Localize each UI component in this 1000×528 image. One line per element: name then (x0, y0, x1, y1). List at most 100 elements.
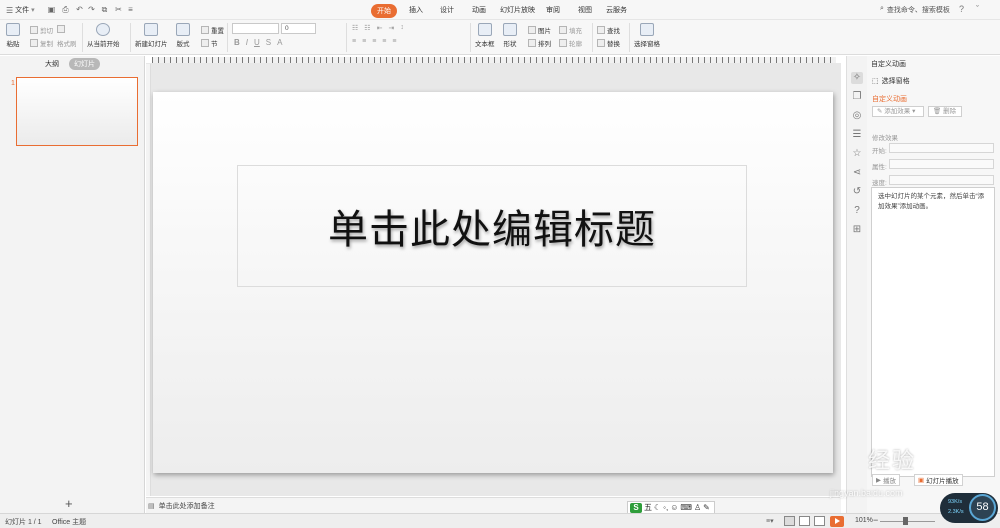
font-name-select[interactable] (232, 23, 279, 34)
copy-format-icon[interactable]: ⧉ (99, 4, 110, 15)
keyboard-icon[interactable]: ⌨ (680, 503, 692, 512)
skin-icon[interactable]: ♙ (694, 503, 701, 512)
network-speed-widget[interactable]: 93K/s 2.3K/s 58 (940, 493, 998, 523)
underline-button[interactable]: U (254, 38, 260, 47)
file-menu[interactable]: ☰ 文件 ▾ (6, 5, 35, 15)
add-effect-button[interactable]: ✎ 添加效果 ▾ (872, 106, 924, 117)
bullets-icon[interactable]: ☷ (352, 24, 358, 32)
tab-slideshow[interactable]: 幻灯片放映 (500, 5, 535, 15)
collapse-ribbon-icon[interactable]: ˇ (976, 4, 979, 14)
undo-icon[interactable]: ↶ (74, 4, 85, 15)
tab-view[interactable]: 视图 (578, 5, 592, 15)
tab-slides[interactable]: 幻灯片 (69, 57, 100, 70)
align-center-icon[interactable]: ≡ (362, 38, 366, 45)
properties-icon[interactable]: ☰ (851, 129, 863, 141)
vertical-ruler (146, 64, 151, 496)
indent-icon[interactable]: ⇥ (388, 24, 394, 32)
mic-icon[interactable]: ☺ (670, 503, 678, 512)
tab-home[interactable]: 开始 (371, 4, 397, 18)
moon-icon[interactable]: ☾ (654, 503, 661, 512)
tab-review[interactable]: 审阅 (546, 5, 560, 15)
select-pane-button[interactable]: 选择窗格 (634, 23, 660, 48)
shape-button[interactable]: 形状 (503, 23, 517, 48)
numbering-icon[interactable]: ☷ (364, 24, 370, 32)
slideshow-play-icon[interactable] (830, 516, 844, 527)
cut-button[interactable]: 剪切 (30, 25, 53, 35)
print-icon[interactable]: ⎙ (60, 4, 71, 15)
share-icon[interactable]: ⋖ (851, 167, 863, 179)
tab-animation[interactable]: 动画 (472, 5, 486, 15)
slideshow-button[interactable]: ▣ 幻灯片播放 (914, 474, 963, 486)
font-size-select[interactable]: 0 (281, 23, 316, 34)
grid-icon[interactable]: ⊞ (851, 224, 863, 236)
theme-name[interactable]: Office 主题 (52, 517, 86, 527)
fill-button[interactable]: 填充 (559, 25, 582, 35)
bold-button[interactable]: B (234, 38, 240, 47)
find-button[interactable]: 查找 (597, 25, 620, 35)
star-icon[interactable]: ☆ (851, 148, 863, 160)
section-button[interactable]: 节 (201, 38, 218, 48)
animation-icon[interactable]: ✧ (851, 72, 863, 84)
wrench-icon[interactable]: ✎ (703, 503, 710, 512)
slide-sorter-icon[interactable] (799, 516, 810, 526)
reset-button[interactable]: 重置 (201, 25, 224, 35)
property-select[interactable] (889, 159, 994, 169)
shapes-icon[interactable]: ◎ (851, 110, 863, 122)
add-slide-icon[interactable]: + (65, 496, 73, 511)
arrange-button[interactable]: 排列 (528, 38, 551, 48)
zoom-level[interactable]: 101% (855, 517, 873, 524)
slideshow-icon: ▣ (918, 477, 925, 484)
select-pane-link-label: 选择窗格 (881, 78, 910, 85)
help-icon[interactable]: ? (959, 4, 964, 14)
normal-view-icon[interactable] (784, 516, 795, 526)
tab-insert[interactable]: 插入 (409, 5, 423, 15)
save-icon[interactable]: ▣ (46, 4, 57, 15)
italic-button[interactable]: I (246, 38, 248, 47)
zoom-out-icon[interactable]: − (873, 515, 878, 525)
punctuation-icon[interactable]: ◦, (663, 503, 668, 512)
copy-button[interactable]: 复制 (30, 38, 53, 48)
ime-mode[interactable]: 五 (644, 502, 652, 513)
line-spacing-icon[interactable]: ↕ (400, 24, 404, 32)
outline-button[interactable]: 轮廓 (559, 38, 582, 48)
redo-icon[interactable]: ↷ (86, 4, 97, 15)
help-circle-icon[interactable]: ? (851, 205, 863, 217)
format-painter-button[interactable] (57, 25, 65, 33)
text-box-button[interactable]: 文本框 (475, 23, 495, 48)
font-color-button[interactable]: A (277, 38, 282, 47)
start-select[interactable] (889, 143, 994, 153)
pane-title[interactable]: 自定义动画 (871, 59, 906, 69)
play-button[interactable]: ▶ 播放 (872, 474, 900, 486)
align-right-icon[interactable]: ≡ (372, 38, 376, 45)
notes-pane[interactable]: ▤ 单击此处添加备注 (146, 497, 841, 513)
layout-button[interactable]: 版式 (176, 23, 190, 48)
history-icon[interactable]: ↺ (851, 186, 863, 198)
more-icon[interactable]: ≡ (125, 4, 136, 15)
align-left-icon[interactable]: ≡ (352, 38, 356, 45)
notes-toggle-icon[interactable]: ≡▾ (766, 517, 774, 525)
justify-icon[interactable]: ≡ (382, 38, 386, 45)
paste-button[interactable]: 粘贴 (6, 23, 20, 48)
title-placeholder[interactable]: 单击此处编辑标题 (237, 165, 747, 287)
slides-icon[interactable]: ❐ (851, 91, 863, 103)
tab-cloud[interactable]: 云服务 (606, 5, 627, 15)
slide-thumbnail[interactable] (16, 77, 138, 146)
command-search[interactable]: ⌕ 查找命令、搜索模板 (880, 5, 950, 15)
outdent-icon[interactable]: ⇤ (377, 24, 383, 32)
tools-icon[interactable]: ✂ (113, 4, 124, 15)
select-pane-link[interactable]: ⬚ 选择窗格 (872, 76, 910, 86)
tab-design[interactable]: 设计 (440, 5, 454, 15)
delete-effect-button[interactable]: 🗑 删除 (928, 106, 962, 117)
distribute-icon[interactable]: ≡ (392, 38, 396, 45)
speed-select[interactable] (889, 175, 994, 185)
search-label: 查找命令、搜索模板 (886, 7, 950, 14)
replace-button[interactable]: 替换 (597, 38, 620, 48)
animation-list[interactable]: 选中幻灯片的某个元素，然后单击“添加效果”添加动画。 (871, 187, 995, 477)
zoom-slider-thumb[interactable] (903, 517, 908, 525)
picture-button[interactable]: 图片 (528, 25, 551, 35)
new-slide-button[interactable]: 新建幻灯片 (135, 23, 168, 48)
strikethrough-button[interactable]: S (266, 38, 271, 47)
from-current-button[interactable]: 从当前开始 (87, 23, 120, 48)
tab-outline[interactable]: 大纲 (45, 59, 59, 69)
reading-view-icon[interactable] (814, 516, 825, 526)
